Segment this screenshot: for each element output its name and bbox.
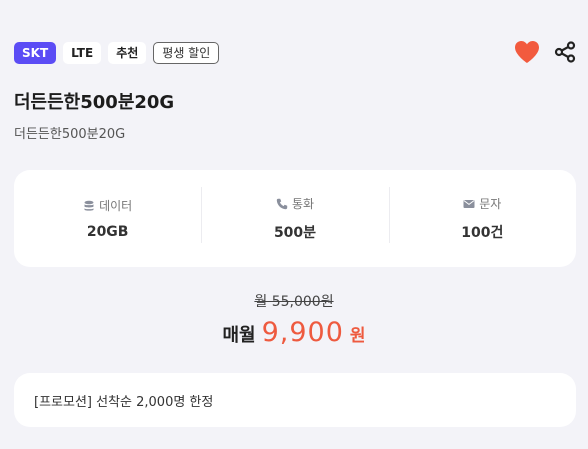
promotion-banner[interactable]: [프로모션] 선착순 2,000명 한정 xyxy=(14,373,576,427)
spec-call-label-text: 통화 xyxy=(291,197,315,211)
plan-specs-card: 데이터 20GB 통화 500분 문자 100건 xyxy=(14,170,576,267)
heart-icon[interactable] xyxy=(514,40,540,64)
monthly-price-label: 매월 xyxy=(222,325,256,346)
spec-sms-label-text: 문자 xyxy=(479,197,502,211)
plan-tags: SKT LTE 추천 평생 할인 xyxy=(14,42,220,64)
spec-sms-value: 100건 xyxy=(461,225,504,241)
promotion-text: [프로모션] 선착순 2,000명 한정 xyxy=(34,394,214,410)
database-icon xyxy=(84,200,94,211)
plan-subtitle: 더든든한500분20G xyxy=(14,127,126,142)
recommend-tag: 추천 xyxy=(108,42,147,64)
share-icon[interactable] xyxy=(554,41,576,63)
monthly-price: 매월 9,900 원 xyxy=(0,317,588,348)
network-tag: LTE xyxy=(63,42,102,64)
plan-title: 더든든한500분20G xyxy=(14,92,175,113)
spec-sms-label: 문자 xyxy=(389,195,576,212)
plan-actions xyxy=(514,40,576,64)
lifetime-discount-tag: 평생 할인 xyxy=(153,42,220,64)
price-section: 월 55,000원 매월 9,900 원 xyxy=(0,291,588,348)
spec-data-label-text: 데이터 xyxy=(99,199,133,213)
carrier-tag: SKT xyxy=(14,42,57,64)
spec-call-label: 통화 xyxy=(201,195,388,212)
spec-sms: 문자 100건 xyxy=(388,187,576,243)
original-price: 월 55,000원 xyxy=(254,294,334,310)
phone-icon xyxy=(276,198,288,209)
spec-call: 통화 500분 xyxy=(201,187,388,243)
spec-data-label: 데이터 xyxy=(14,197,201,214)
monthly-price-value: 9,900 xyxy=(261,317,344,348)
monthly-price-unit: 원 xyxy=(349,326,366,346)
mail-icon xyxy=(463,199,475,208)
spec-data-value: 20GB xyxy=(86,224,129,240)
spec-data: 데이터 20GB xyxy=(14,197,201,240)
spec-call-value: 500분 xyxy=(273,225,317,241)
